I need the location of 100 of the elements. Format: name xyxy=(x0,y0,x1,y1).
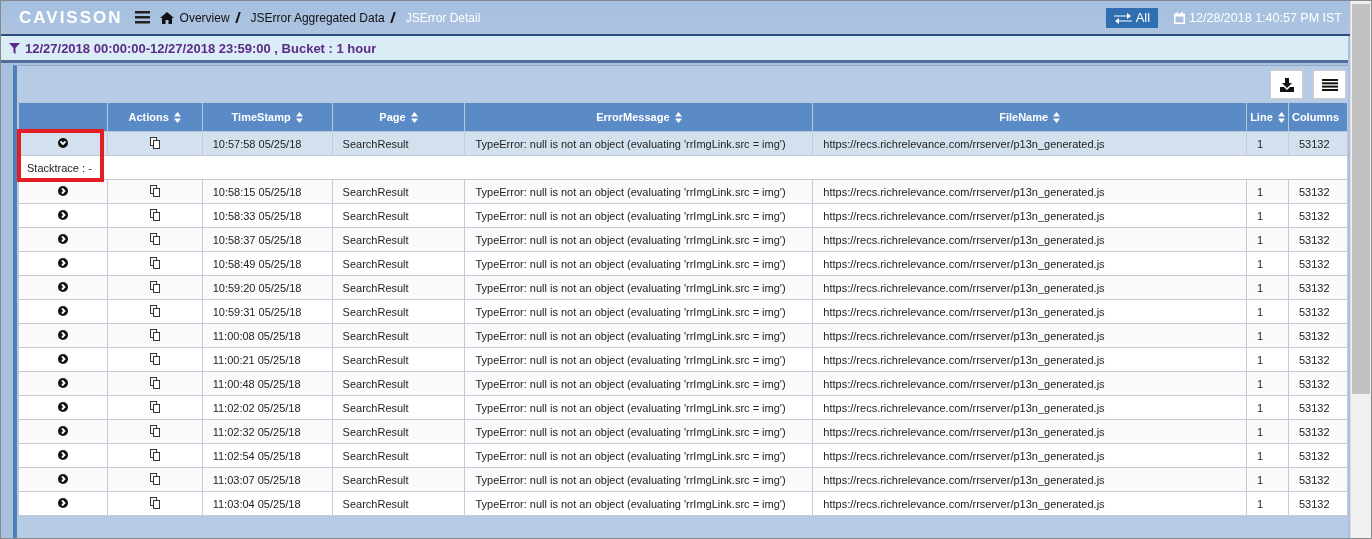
filter-icon xyxy=(9,42,20,54)
table-cell[interactable] xyxy=(18,203,108,228)
table-cell: 11:00:08 05/25/18 xyxy=(202,323,333,348)
expand-toggle-icon[interactable] xyxy=(57,377,68,388)
table-cell: 10:59:31 05/25/18 xyxy=(202,299,333,324)
copy-icon[interactable] xyxy=(149,496,160,509)
all-button[interactable]: All xyxy=(1105,7,1159,28)
column-header[interactable]: ErrorMessage xyxy=(464,102,813,132)
table-cell: TypeError: null is not an object (evaluating 'rrImgLink.src = img') xyxy=(464,179,813,204)
expand-toggle-icon[interactable] xyxy=(57,353,68,364)
table-cell: 10:59:20 05/25/18 xyxy=(202,275,333,300)
copy-icon[interactable] xyxy=(149,376,160,389)
swap-arrows-icon[interactable] xyxy=(1113,11,1132,24)
table-cell: 10:58:15 05/25/18 xyxy=(202,179,333,204)
table-cell: https://recs.richrelevance.com/rrserver/p13n_generated.js xyxy=(812,179,1247,204)
expand-toggle-icon[interactable] xyxy=(57,305,68,316)
table-cell[interactable] xyxy=(18,467,108,492)
copy-icon[interactable] xyxy=(149,328,160,341)
expand-toggle-icon[interactable] xyxy=(57,473,68,484)
scrollbar-thumb[interactable] xyxy=(1352,4,1370,394)
expand-toggle-icon[interactable] xyxy=(57,449,68,460)
table-cell[interactable] xyxy=(18,251,108,276)
menu-icon[interactable] xyxy=(1321,78,1338,91)
table-cell: https://recs.richrelevance.com/rrserver/p13n_generated.js xyxy=(812,347,1247,372)
table-cell[interactable] xyxy=(18,371,108,396)
column-header[interactable]: TimeStamp xyxy=(202,102,333,132)
copy-icon[interactable] xyxy=(149,424,160,437)
column-header[interactable]: Actions xyxy=(107,102,203,132)
table-cell: SearchResult xyxy=(332,203,465,228)
copy-icon[interactable] xyxy=(149,184,160,197)
table-cell: TypeError: null is not an object (evaluating 'rrImgLink.src = img') xyxy=(464,419,813,444)
download-button[interactable] xyxy=(1270,70,1303,99)
expand-toggle-icon[interactable] xyxy=(57,425,68,436)
table-cell[interactable] xyxy=(18,419,108,444)
expand-toggle-icon[interactable] xyxy=(57,209,68,220)
table-cell: https://recs.richrelevance.com/rrserver/p13n_generated.js xyxy=(812,299,1247,324)
scrollbar[interactable] xyxy=(1350,1,1371,538)
expand-toggle-icon[interactable] xyxy=(57,281,68,292)
expand-toggle-icon[interactable] xyxy=(57,185,68,196)
table-cell: TypeError: null is not an object (evaluating 'rrImgLink.src = img') xyxy=(464,227,813,252)
breadcrumb-link[interactable]: JSError Aggregated Data xyxy=(250,10,385,25)
table-cell: https://recs.richrelevance.com/rrserver/p13n_generated.js xyxy=(812,443,1247,468)
table-cell: 11:02:02 05/25/18 xyxy=(202,395,333,420)
date-time: 12/28/2018 1:40:57 PM IST xyxy=(1189,10,1342,25)
copy-icon[interactable] xyxy=(149,208,160,221)
sort-icon[interactable] xyxy=(1053,112,1061,124)
table-cell: 10:57:58 05/25/18 xyxy=(202,131,333,156)
expand-toggle-icon[interactable] xyxy=(57,137,68,148)
table-cell[interactable] xyxy=(18,323,108,348)
table-cell[interactable] xyxy=(18,347,108,372)
copy-icon[interactable] xyxy=(149,304,160,317)
copy-icon[interactable] xyxy=(149,400,160,413)
sort-icon[interactable] xyxy=(410,112,418,124)
copy-icon[interactable] xyxy=(149,232,160,245)
copy-icon[interactable] xyxy=(149,136,160,149)
copy-icon[interactable] xyxy=(149,280,160,293)
table-cell: TypeError: null is not an object (evaluating 'rrImgLink.src = img') xyxy=(464,491,813,516)
sort-icon[interactable] xyxy=(674,112,682,124)
copy-icon[interactable] xyxy=(149,472,160,485)
table-cell[interactable] xyxy=(18,395,108,420)
table-cell: TypeError: null is not an object (evaluating 'rrImgLink.src = img') xyxy=(464,371,813,396)
table-cell: SearchResult xyxy=(332,131,465,156)
table-cell: https://recs.richrelevance.com/rrserver/p13n_generated.js xyxy=(812,227,1247,252)
table-cell: SearchResult xyxy=(332,251,465,276)
table-cell: SearchResult xyxy=(332,443,465,468)
expand-toggle-icon[interactable] xyxy=(57,329,68,340)
breadcrumb-link[interactable]: JSError Detail xyxy=(405,10,481,25)
column-header[interactable]: FileName xyxy=(812,102,1247,132)
columns-menu-button[interactable] xyxy=(1313,70,1346,99)
table-cell: 10:58:33 05/25/18 xyxy=(202,203,333,228)
breadcrumb-link[interactable]: Overview xyxy=(179,10,230,25)
expand-toggle-icon[interactable] xyxy=(57,497,68,508)
filter-text: 12/27/2018 00:00:00-12/27/2018 23:59:00 , Bucket : 1 hour xyxy=(25,40,377,56)
menu-icon[interactable] xyxy=(134,11,150,24)
sort-icon[interactable] xyxy=(295,112,303,124)
table-cell[interactable] xyxy=(18,227,108,252)
table-cell: SearchResult xyxy=(332,227,465,252)
calendar-icon xyxy=(1174,11,1186,24)
expand-toggle-icon[interactable] xyxy=(57,401,68,412)
table-cell[interactable] xyxy=(18,443,108,468)
expand-toggle-icon[interactable] xyxy=(57,233,68,244)
home-icon[interactable] xyxy=(159,11,174,24)
table-cell[interactable] xyxy=(18,299,108,324)
copy-icon[interactable] xyxy=(149,256,160,269)
table-cell[interactable] xyxy=(18,491,108,516)
table-cell: https://recs.richrelevance.com/rrserver/p13n_generated.js xyxy=(812,395,1247,420)
download-icon[interactable] xyxy=(1279,77,1294,92)
sort-icon[interactable] xyxy=(1277,112,1285,124)
table-cell: 11:03:07 05/25/18 xyxy=(202,467,333,492)
copy-icon[interactable] xyxy=(149,352,160,365)
expand-toggle-icon[interactable] xyxy=(57,257,68,268)
table-cell: https://recs.richrelevance.com/rrserver/p13n_generated.js xyxy=(812,323,1247,348)
copy-icon[interactable] xyxy=(149,448,160,461)
table-cell: TypeError: null is not an object (evaluating 'rrImgLink.src = img') xyxy=(464,299,813,324)
table-cell[interactable] xyxy=(18,275,108,300)
column-header[interactable]: Line xyxy=(1246,102,1289,132)
sort-icon[interactable] xyxy=(173,112,181,124)
table-cell: 11:02:54 05/25/18 xyxy=(202,443,333,468)
column-header[interactable]: Page xyxy=(332,102,465,132)
table-cell: SearchResult xyxy=(332,323,465,348)
